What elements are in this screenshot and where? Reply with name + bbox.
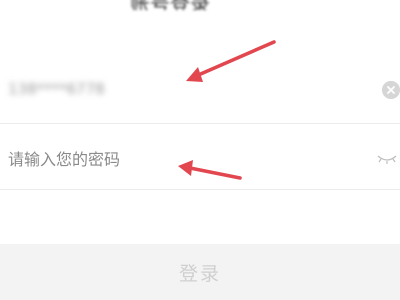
page-title: 账号登录 xyxy=(130,0,290,10)
password-field[interactable] xyxy=(0,124,400,190)
login-screen: 账号登录 138****6778 登录 xyxy=(0,0,400,300)
account-value: 138****6778 xyxy=(8,80,105,98)
password-input[interactable] xyxy=(8,146,348,172)
eye-closed-icon[interactable] xyxy=(376,150,398,164)
login-button[interactable]: 登录 xyxy=(0,244,400,300)
clear-icon[interactable] xyxy=(382,81,400,99)
account-field[interactable]: 138****6778 xyxy=(0,58,400,124)
